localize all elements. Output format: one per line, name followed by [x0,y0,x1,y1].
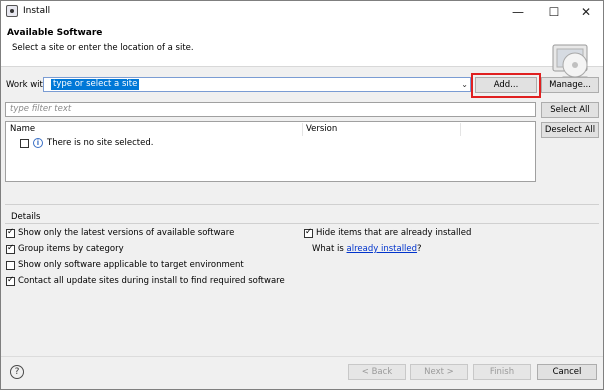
divider [5,223,599,224]
maximize-button[interactable]: ☐ [537,1,571,23]
no-site-message: There is no site selected. [47,138,154,148]
column-header-name[interactable]: Name [10,124,35,134]
contact-update-sites-checkbox[interactable] [6,275,15,286]
latest-versions-label[interactable]: Show only the latest versions of availab… [18,228,234,238]
filter-placeholder: type filter text [10,104,72,114]
already-installed-link[interactable]: already installed [347,244,418,254]
window-title: Install [23,6,51,16]
eclipse-app-icon [6,5,18,17]
manage-button[interactable]: Manage... [541,77,599,93]
work-with-value: type or select a site [51,79,140,90]
add-button-highlight [471,73,541,98]
divider [5,204,599,205]
target-environment-label[interactable]: Show only software applicable to target … [18,260,244,270]
select-all-button[interactable]: Select All [541,102,599,118]
info-icon: i [33,138,43,148]
row-checkbox[interactable] [20,139,29,148]
cancel-button[interactable]: Cancel [537,364,597,380]
column-divider [302,123,303,136]
hide-installed-checkbox[interactable] [304,227,313,238]
install-dialog: Install — ☐ ✕ Available Software Select … [0,0,604,390]
software-table[interactable]: Name Version i There is no site selected… [5,121,536,182]
group-by-category-checkbox[interactable] [6,243,15,254]
back-button[interactable]: < Back [348,364,406,380]
target-environment-checkbox[interactable] [6,261,15,270]
deselect-all-button[interactable]: Deselect All [541,122,599,138]
filter-input[interactable]: type filter text [5,102,536,117]
wizard-header: Available Software Select a site or ente… [1,23,603,83]
footer-divider [1,356,603,357]
minimize-button[interactable]: — [501,1,535,23]
work-with-combo[interactable]: type or select a site ⌄ [43,77,471,92]
group-by-category-label[interactable]: Group items by category [18,244,124,254]
help-icon[interactable]: ? [10,365,24,379]
column-divider [460,123,461,136]
what-is-installed-text: What is already installed? [312,244,422,254]
what-is-suffix: ? [417,244,422,254]
close-button[interactable]: ✕ [569,1,603,23]
chevron-down-icon[interactable]: ⌄ [461,80,468,89]
page-subtitle: Select a site or enter the location of a… [12,43,194,53]
contact-update-sites-label[interactable]: Contact all update sites during install … [18,276,285,286]
next-button[interactable]: Next > [410,364,468,380]
details-label: Details [11,212,41,222]
title-bar: Install — ☐ ✕ [1,1,603,23]
finish-button[interactable]: Finish [473,364,531,380]
hide-installed-label[interactable]: Hide items that are already installed [316,228,471,238]
page-title: Available Software [7,28,103,38]
column-header-version[interactable]: Version [306,124,337,134]
what-is-prefix: What is [312,244,347,254]
latest-versions-checkbox[interactable] [6,227,15,238]
